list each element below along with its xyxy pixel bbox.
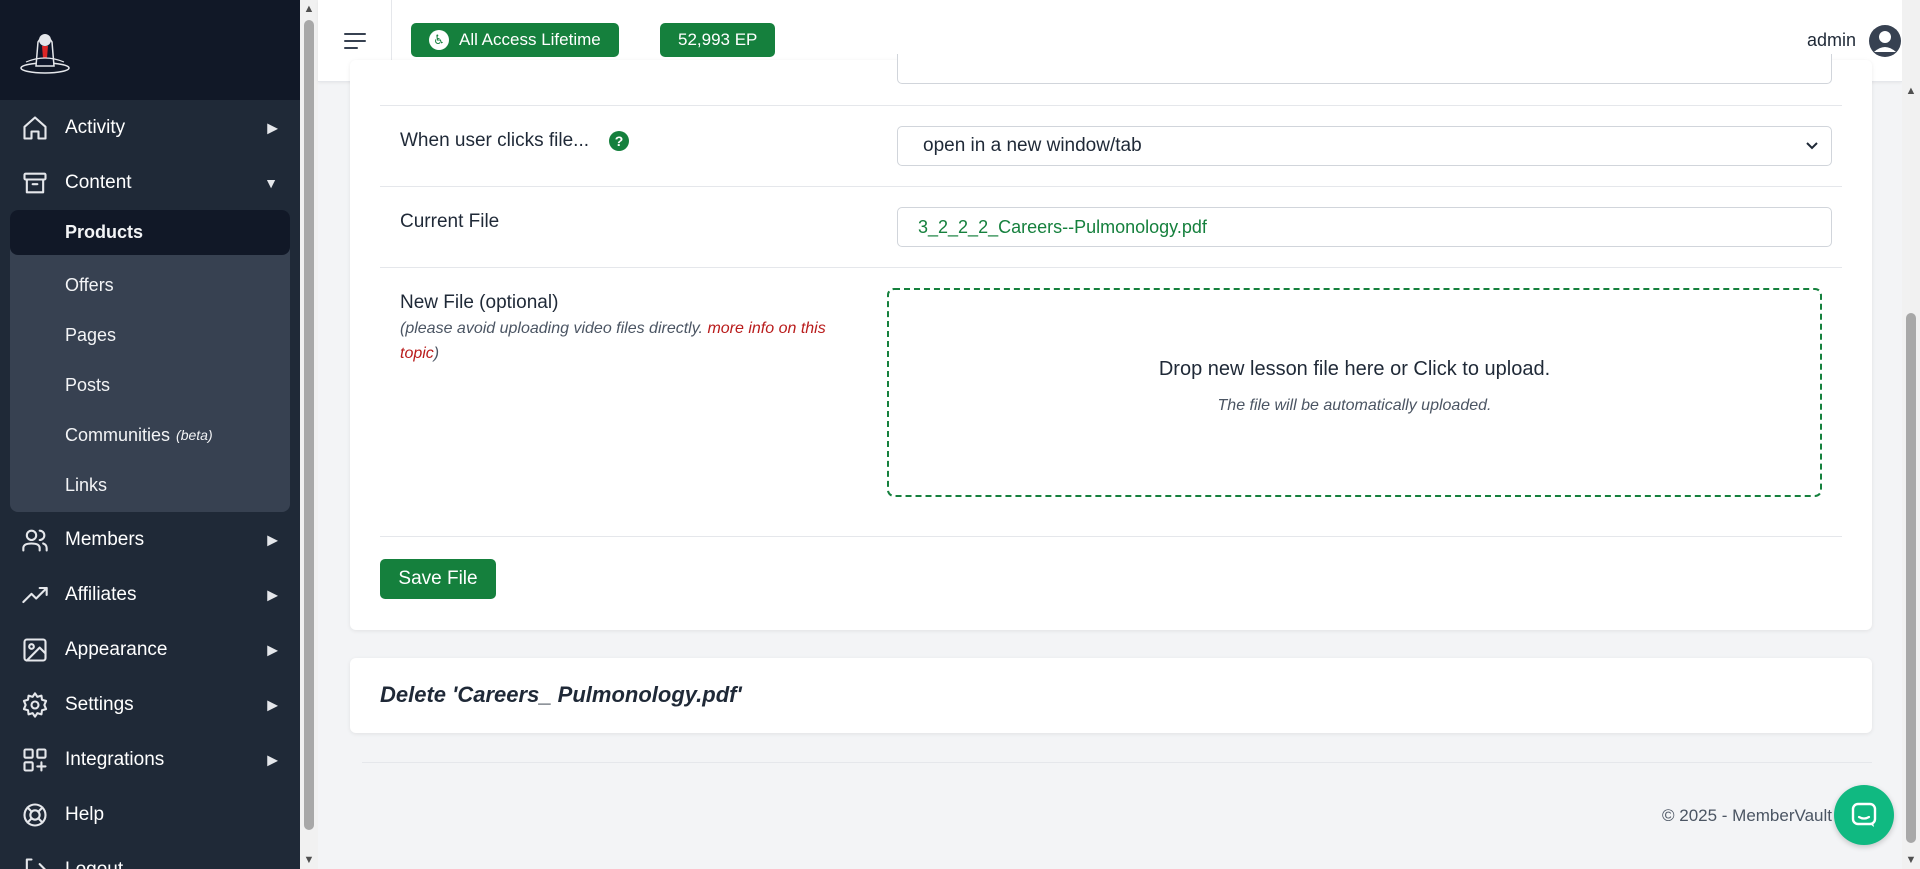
nav-label: Activity (65, 116, 126, 138)
sidebar-item-links[interactable]: Links (10, 460, 290, 510)
nav-label: Help (65, 803, 105, 825)
current-file-field[interactable]: 3_2_2_2_Careers--Pulmonology.pdf (897, 207, 1832, 247)
scroll-down-arrow[interactable]: ▼ (300, 851, 318, 869)
nav-label: Settings (65, 693, 134, 715)
nav-item-members[interactable]: Members ▶ (0, 512, 300, 567)
footer-copyright: © 2025 - MemberVault (1661, 806, 1832, 825)
delete-card: Delete 'Careers_ Pulmonology.pdf' (350, 658, 1872, 733)
chevron-down-icon (1805, 138, 1819, 154)
nav-label: Affiliates (65, 583, 137, 605)
access-badge[interactable]: ♿ All Access Lifetime (411, 23, 619, 57)
lifebuoy-icon (20, 800, 50, 830)
sub-label: Links (65, 474, 108, 495)
sub-label: Products (65, 222, 144, 242)
user-avatar-icon (1869, 24, 1901, 57)
click-behavior-value: open in a new window/tab (923, 135, 1142, 156)
chat-launcher-button[interactable] (1834, 785, 1894, 845)
sidebar-item-products[interactable]: Products (10, 210, 290, 255)
note-text: (please avoid uploading video files dire… (400, 320, 703, 337)
nav-label: Appearance (65, 638, 168, 660)
current-file-label: Current File (400, 211, 500, 232)
archive-icon (20, 168, 50, 198)
click-behavior-text: When user clicks file... (400, 130, 589, 151)
click-behavior-label: When user clicks file...? (400, 130, 629, 152)
nav-item-integrations[interactable]: Integrations ▶ (0, 732, 300, 787)
user-name: admin (1806, 30, 1856, 50)
sub-label: Pages (65, 324, 117, 345)
scroll-up-arrow[interactable]: ▲ (1902, 82, 1920, 100)
ep-badge[interactable]: 52,993 EP (660, 23, 776, 57)
nav-item-help[interactable]: Help (0, 787, 300, 842)
accessibility-icon: ♿ (429, 30, 449, 50)
previous-field[interactable] (897, 54, 1832, 84)
nav-item-affiliates[interactable]: Affiliates ▶ (0, 567, 300, 622)
sidebar: Activity ▶ Content ▼ Products Offers Pag… (0, 0, 300, 869)
scroll-down-arrow[interactable]: ▼ (1902, 851, 1920, 869)
click-behavior-select[interactable]: open in a new window/tab (897, 126, 1832, 166)
gear-icon (20, 690, 50, 720)
form-row-previous (380, 54, 1842, 106)
caret-right-icon: ▶ (267, 586, 278, 602)
footer-divider (362, 762, 1872, 763)
home-icon (20, 113, 50, 143)
caret-right-icon: ▶ (267, 641, 278, 657)
nav-item-settings[interactable]: Settings ▶ (0, 677, 300, 732)
scroll-up-arrow[interactable]: ▲ (300, 0, 318, 18)
image-icon (20, 635, 50, 665)
sidebar-item-posts[interactable]: Posts (10, 360, 290, 410)
nav-item-activity[interactable]: Activity ▶ (0, 100, 300, 155)
ep-label: 52,993 EP (678, 30, 758, 49)
sub-label: Offers (65, 274, 114, 295)
caret-right-icon: ▶ (267, 696, 278, 712)
hamburger-icon (343, 32, 366, 49)
sub-label: Posts (65, 374, 111, 395)
grid-plus-icon (20, 745, 50, 775)
delete-file-link[interactable]: Delete 'Careers_ Pulmonology.pdf' (380, 682, 742, 708)
help-icon[interactable]: ? (609, 130, 629, 151)
dropzone-title: Drop new lesson file here or Click to up… (1158, 358, 1551, 380)
nav-label: Logout (65, 858, 124, 869)
nav-item-logout[interactable]: Logout (0, 842, 300, 869)
nav-label: Members (65, 528, 145, 550)
scroll-thumb[interactable] (1906, 313, 1916, 843)
caret-right-icon: ▶ (267, 119, 278, 135)
caret-right-icon: ▶ (267, 751, 278, 767)
new-file-note: (please avoid uploading video files dire… (400, 316, 860, 366)
dropzone-subtitle: The file will be automatically uploaded. (1217, 397, 1492, 414)
sidebar-item-communities[interactable]: Communities (beta) (10, 410, 290, 460)
beta-badge: (beta) (176, 427, 213, 443)
logo-area (0, 0, 300, 100)
file-dropzone[interactable]: Drop new lesson file here or Click to up… (887, 288, 1822, 497)
form-row-current-file: Current File 3_2_2_2_Careers--Pulmonolog… (380, 187, 1842, 268)
sub-label: Communities (65, 424, 171, 445)
nav-item-content[interactable]: Content ▼ (0, 155, 300, 210)
caret-right-icon: ▶ (267, 531, 278, 547)
caret-down-icon: ▼ (264, 174, 278, 191)
new-file-label-group: New File (optional) (please avoid upload… (400, 292, 860, 366)
nav-label: Content (65, 171, 132, 193)
trending-icon (20, 580, 50, 610)
sidebar-item-pages[interactable]: Pages (10, 310, 290, 360)
main-scrollbar[interactable]: ▲ ▼ (1902, 0, 1920, 869)
sidebar-scrollbar[interactable]: ▲ ▼ (300, 0, 318, 869)
nav-label: Integrations (65, 748, 165, 770)
users-icon (20, 525, 50, 555)
access-label: All Access Lifetime (459, 30, 601, 49)
note-close: ) (433, 345, 440, 362)
nav-item-appearance[interactable]: Appearance ▶ (0, 622, 300, 677)
form-row-click-behavior: When user clicks file...? open in a new … (380, 106, 1842, 187)
sidebar-item-offers[interactable]: Offers (10, 260, 290, 310)
content-submenu: Products Offers Pages Posts Communities (… (10, 210, 290, 512)
chat-icon (1851, 802, 1877, 827)
brand-logo[interactable] (18, 24, 72, 76)
new-file-label: New File (optional) (400, 292, 559, 313)
save-file-button[interactable]: Save File (380, 559, 496, 599)
logout-icon (20, 855, 50, 869)
scroll-thumb[interactable] (304, 20, 314, 830)
